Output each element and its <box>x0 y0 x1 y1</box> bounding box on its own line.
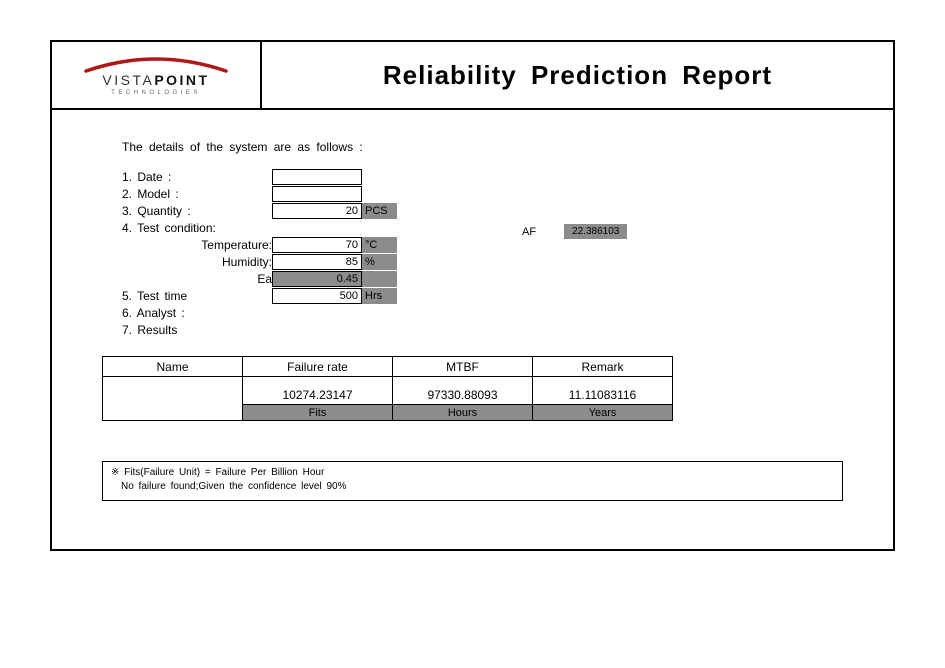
cell-failure: 10274.23147 <box>243 377 393 405</box>
footnote: ※ Fits(Failure Unit) = Failure Per Billi… <box>102 461 843 501</box>
title-cell: Reliability Prediction Report <box>262 42 893 108</box>
testtime-unit: Hrs <box>362 288 397 304</box>
cell-mtbf: 97330.88093 <box>393 377 533 405</box>
unit-mtbf: Hours <box>393 405 533 421</box>
humidity-field[interactable]: 85 <box>272 254 362 270</box>
header-row: VISTAPOINT TECHNOLOGIES Reliability Pred… <box>52 42 893 110</box>
logo-brand: VISTAPOINT <box>81 72 231 88</box>
results-table: Name Failure rate MTBF Remark 10274.2314… <box>102 356 673 421</box>
testtime-label: 5. Test time <box>122 289 272 303</box>
report-body: The details of the system are as follows… <box>52 110 893 549</box>
quantity-field[interactable]: 20 <box>272 203 362 219</box>
details-block: 1. Date : 2. Model : 3. Quantity : 20 PC… <box>122 168 863 338</box>
logo-brand-prefix: VISTA <box>102 72 154 88</box>
af-group: AF 22.386103 <box>522 224 627 239</box>
results-value-row: 10274.23147 97330.88093 11.11083116 <box>103 377 673 405</box>
logo-cell: VISTAPOINT TECHNOLOGIES <box>52 42 262 108</box>
model-field[interactable] <box>272 186 362 202</box>
footnote-line2: No failure found;Given the confidence le… <box>111 480 834 494</box>
humidity-label: Humidity: <box>122 255 272 269</box>
unit-remark: Years <box>533 405 673 421</box>
col-header-remark: Remark <box>533 357 673 377</box>
ea-unit-blank <box>362 271 397 287</box>
af-value: 22.386103 <box>564 224 627 239</box>
logo-brand-suffix: POINT <box>154 72 209 88</box>
results-label: 7. Results <box>122 323 272 337</box>
model-label: 2. Model : <box>122 187 272 201</box>
results-header-row: Name Failure rate MTBF Remark <box>103 357 673 377</box>
intro-text: The details of the system are as follows… <box>122 140 863 154</box>
af-label: AF <box>522 226 536 238</box>
logo-arc-icon <box>81 55 231 73</box>
temperature-unit: °C <box>362 237 397 253</box>
report-title: Reliability Prediction Report <box>383 60 772 91</box>
date-field[interactable] <box>272 169 362 185</box>
col-header-mtbf: MTBF <box>393 357 533 377</box>
col-header-name: Name <box>103 357 243 377</box>
humidity-unit: % <box>362 254 397 270</box>
ea-field[interactable]: 0.45 <box>272 271 362 287</box>
quantity-unit: PCS <box>362 203 397 219</box>
testtime-field[interactable]: 500 <box>272 288 362 304</box>
temperature-label: Temperature: <box>122 238 272 252</box>
temperature-field[interactable]: 70 <box>272 237 362 253</box>
ea-label: Ea <box>122 272 272 286</box>
cell-name <box>103 377 243 421</box>
footnote-line1: ※ Fits(Failure Unit) = Failure Per Billi… <box>111 466 834 480</box>
testcond-label: 4. Test condition: <box>122 221 272 235</box>
report-sheet: VISTAPOINT TECHNOLOGIES Reliability Pred… <box>50 40 895 551</box>
col-header-failure: Failure rate <box>243 357 393 377</box>
unit-failure: Fits <box>243 405 393 421</box>
date-label: 1. Date : <box>122 170 272 184</box>
quantity-label: 3. Quantity : <box>122 204 272 218</box>
logo-sub: TECHNOLOGIES <box>81 90 231 96</box>
logo: VISTAPOINT TECHNOLOGIES <box>81 54 231 96</box>
analyst-label: 6. Analyst : <box>122 306 272 320</box>
bottom-spacer <box>82 501 863 529</box>
cell-remark: 11.11083116 <box>533 377 673 405</box>
